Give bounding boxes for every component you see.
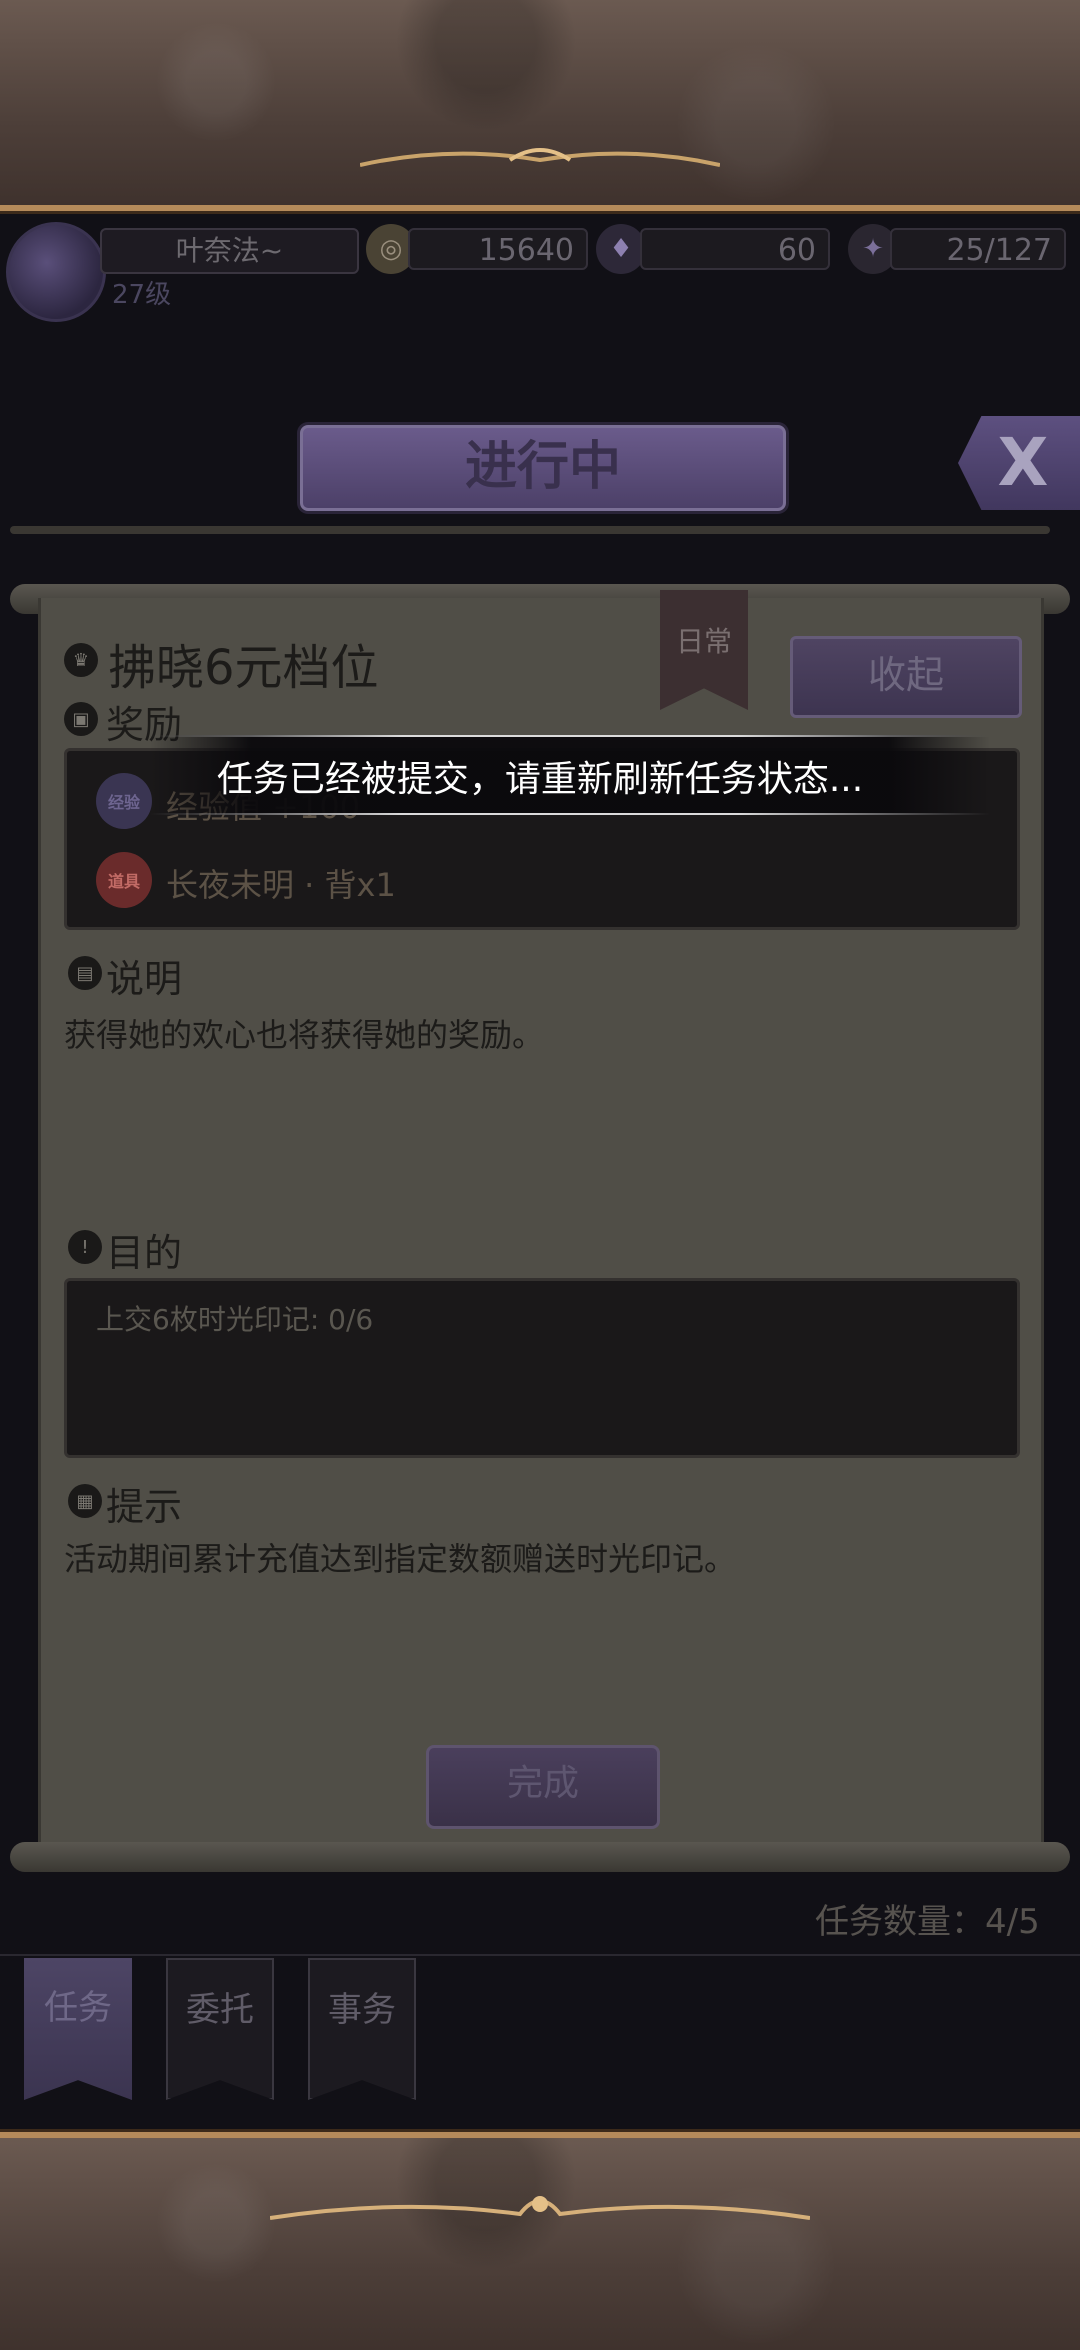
- player-name: 叶奈法~: [100, 228, 359, 274]
- description-text: 获得她的欢心也将获得她的奖励。: [64, 1016, 545, 1054]
- note-icon: ▦: [68, 1484, 102, 1518]
- objective-text: 上交6枚时光印记: 0/6: [96, 1303, 374, 1336]
- task-title: 拂晓6元档位: [108, 640, 379, 696]
- top-ornate-frame: [0, 0, 1080, 211]
- gem-counter: 60: [640, 228, 830, 270]
- tab-tasks[interactable]: 任务: [24, 1958, 132, 2100]
- ornament-icon: [360, 148, 720, 167]
- close-button[interactable]: X: [958, 416, 1080, 510]
- gold-counter: 15640: [408, 228, 588, 270]
- scroll-rod-bottom: [10, 1842, 1070, 1872]
- gift-icon: ▣: [64, 702, 98, 736]
- item-icon: 道具: [96, 852, 152, 908]
- tab-commissions[interactable]: 委托: [166, 1958, 274, 2100]
- player-level: 27级: [112, 280, 172, 310]
- exclamation-icon: !: [68, 1230, 102, 1264]
- complete-button[interactable]: 完成: [426, 1745, 660, 1829]
- bottom-ornate-frame: [0, 2132, 1080, 2350]
- description-label: 说明: [106, 957, 183, 1001]
- toast-text: 任务已经被提交，请重新刷新任务状态...: [216, 759, 864, 800]
- ornament-icon: [270, 2196, 810, 2220]
- tab-affairs[interactable]: 事务: [308, 1958, 416, 2100]
- reward-item: 长夜未明 · 背x1: [166, 866, 396, 904]
- title-divider: [10, 526, 1050, 534]
- task-count: 任务数量：4/5: [815, 1902, 1040, 1942]
- page-title: 进行中: [300, 425, 786, 511]
- tabs-divider: [0, 1954, 1080, 1956]
- objective-label: 目的: [106, 1231, 183, 1275]
- book-icon: ▤: [68, 956, 102, 990]
- hint-label: 提示: [106, 1485, 183, 1529]
- hint-text: 活动期间累计充值达到指定数额赠送时光印记。: [64, 1540, 737, 1578]
- avatar[interactable]: [6, 222, 106, 322]
- gem-icon: ♦: [596, 224, 646, 274]
- collapse-button[interactable]: 收起: [790, 636, 1022, 718]
- stamina-counter: 25/127: [890, 228, 1066, 270]
- crown-icon: ♛: [64, 643, 98, 677]
